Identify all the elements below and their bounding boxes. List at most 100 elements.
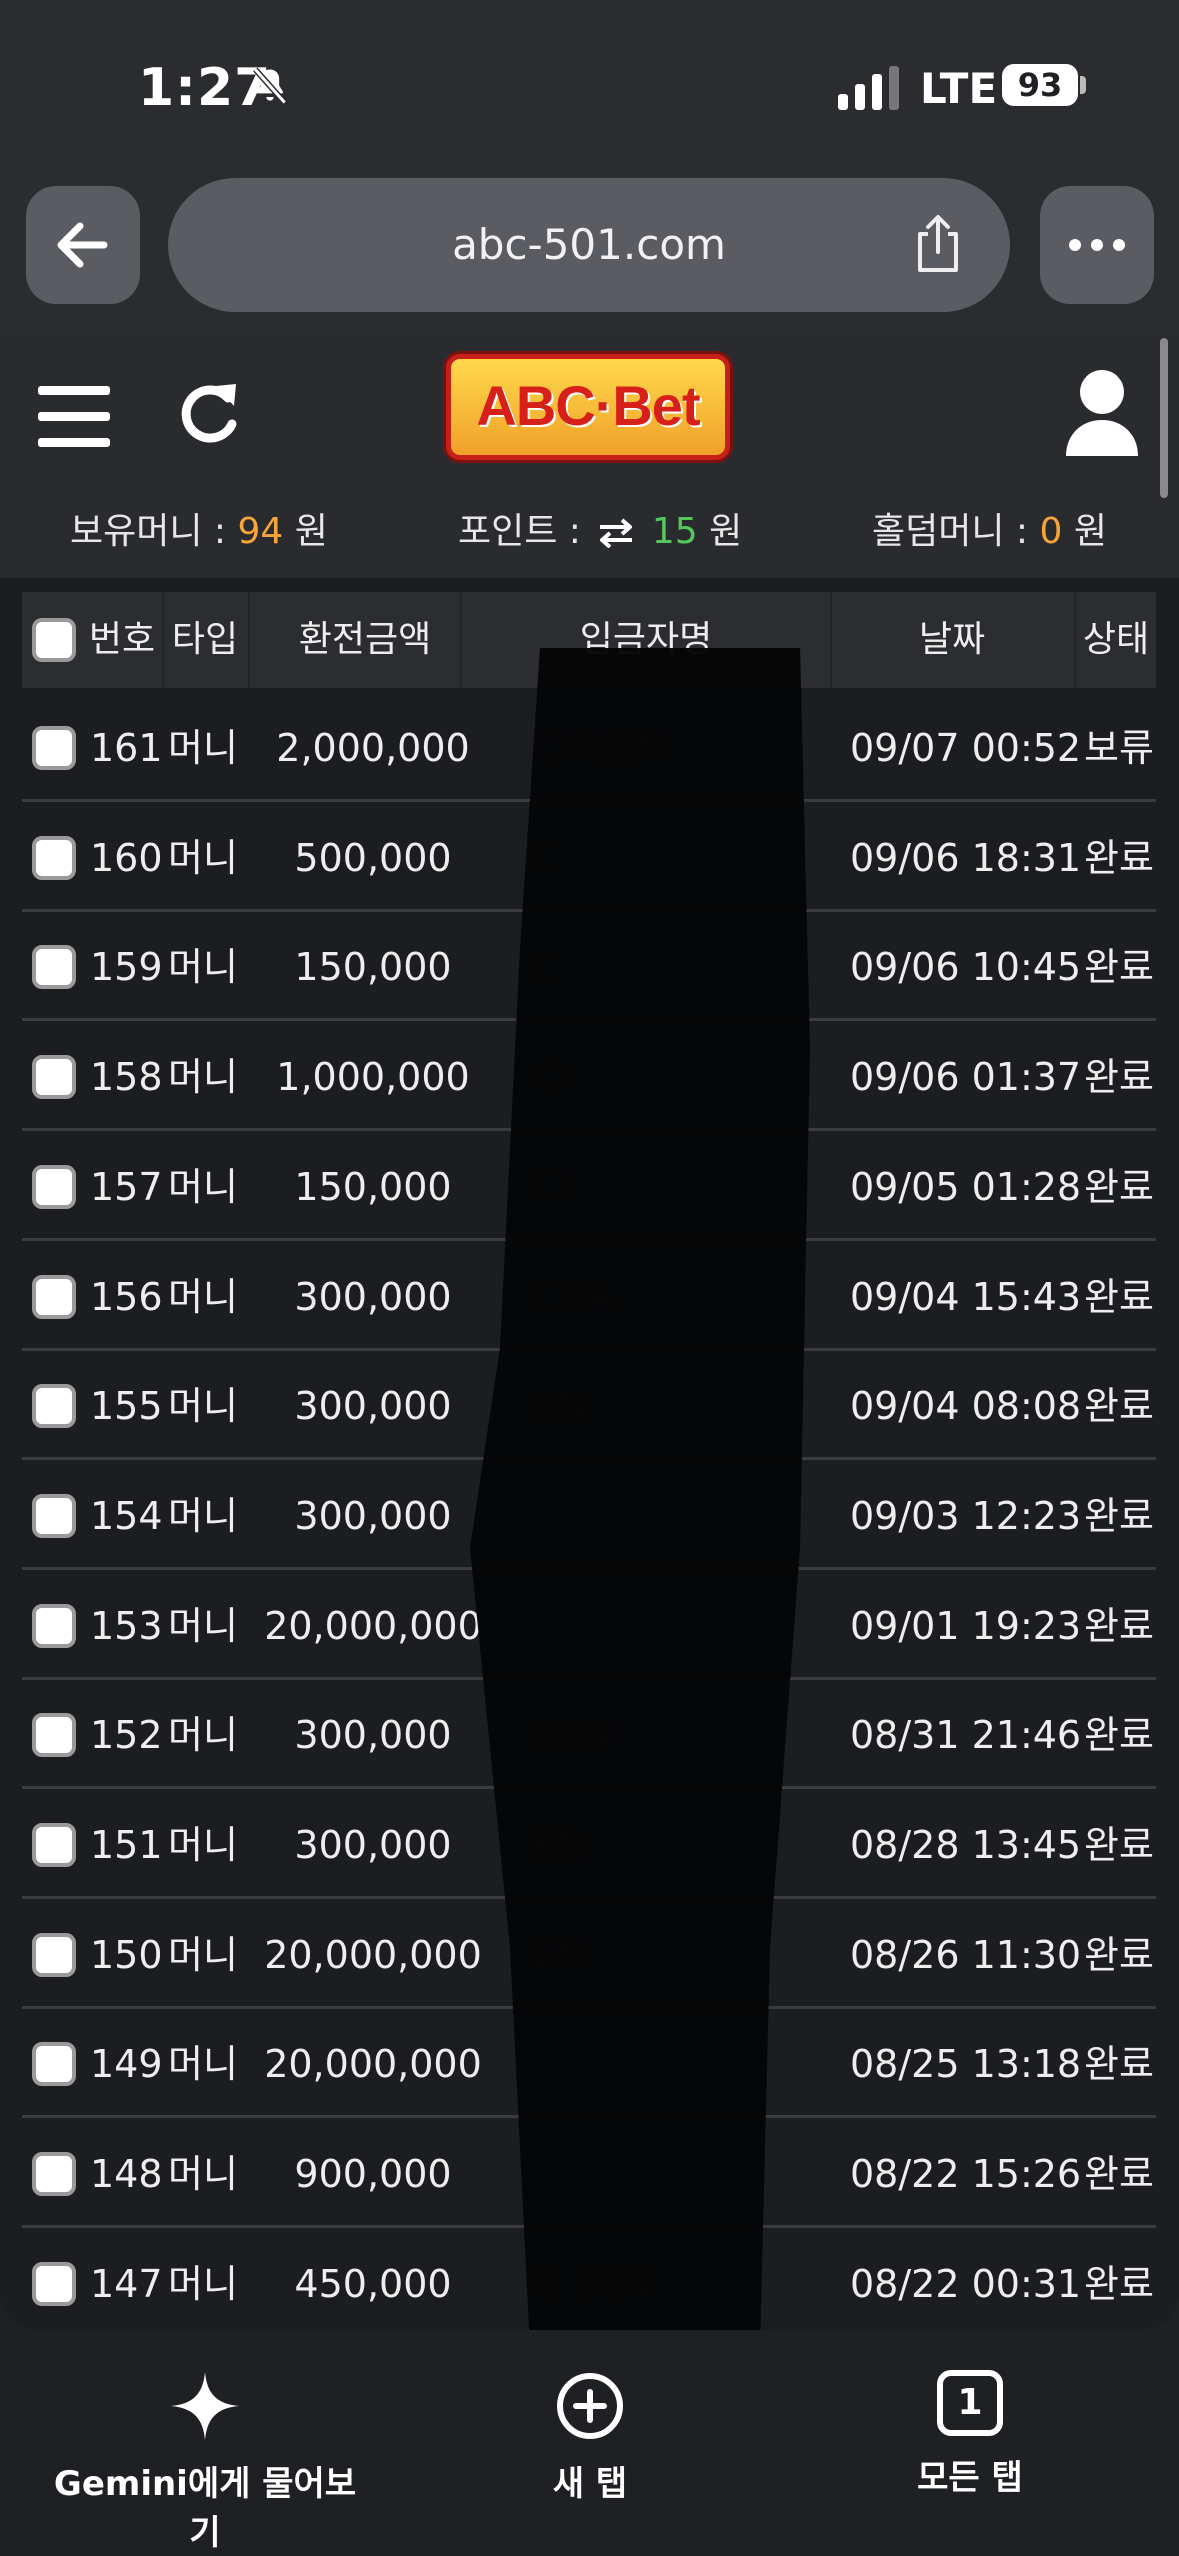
row-status: 완료 [1084, 835, 1154, 880]
row-checkbox[interactable] [32, 1823, 76, 1867]
transfer-icon[interactable] [596, 518, 636, 548]
row-number: 160 [90, 835, 163, 880]
row-status: 보류 [1084, 726, 1154, 770]
row-number: 154 [90, 1493, 163, 1538]
row-status: 완료 [1084, 2152, 1154, 2197]
row-date: 09/04 08:08 [850, 1384, 1082, 1429]
address-bar[interactable]: abc-501.com [168, 178, 1010, 312]
header-date: 날짜 [918, 619, 986, 660]
row-checkbox[interactable] [32, 1055, 76, 1100]
header-type: 타입 [171, 619, 239, 660]
row-checkbox[interactable] [32, 835, 76, 880]
all-tabs-button[interactable]: 1 모든 탭 [860, 2370, 1080, 2499]
row-date: 08/28 13:45 [850, 1823, 1082, 1867]
row-number: 159 [90, 945, 163, 990]
row-status: 완료 [1084, 1384, 1154, 1429]
row-date: 09/07 00:52 [850, 726, 1082, 770]
tab-count-icon: 1 [937, 2370, 1003, 2436]
scrollbar[interactable] [1160, 338, 1168, 498]
row-number: 157 [90, 1164, 163, 1209]
header-status: 상태 [1082, 619, 1150, 660]
balance-money-value: 94 [237, 511, 284, 552]
row-number: 147 [90, 2261, 163, 2306]
row-date: 08/22 00:31 [850, 2261, 1082, 2306]
balance-points-value: 15 [651, 511, 698, 552]
row-date: 09/04 15:43 [850, 1274, 1082, 1319]
row-checkbox[interactable] [32, 2042, 76, 2087]
row-number: 156 [90, 1274, 163, 1319]
row-date: 09/06 10:45 [850, 945, 1082, 990]
row-number: 153 [90, 1603, 163, 1648]
row-status: 완료 [1084, 1274, 1154, 1319]
row-number: 150 [90, 1932, 163, 1977]
user-account-icon[interactable] [1064, 368, 1140, 458]
row-checkbox[interactable] [32, 1164, 76, 1209]
row-status: 완료 [1084, 1603, 1154, 1648]
bell-muted-icon [253, 67, 287, 105]
row-status: 완료 [1084, 2261, 1154, 2306]
row-date: 09/06 01:37 [850, 1055, 1082, 1100]
row-date: 08/31 21:46 [850, 1713, 1082, 1758]
row-status: 완료 [1084, 945, 1154, 990]
balance-summary: 보유머니 : 94 원 포인트 : 15 원 홀덤머니 : 0 원 [0, 502, 1179, 562]
refresh-icon[interactable] [176, 380, 246, 452]
header-no: 번호 [88, 619, 156, 660]
select-all-checkbox[interactable] [32, 618, 76, 662]
row-date: 09/05 01:28 [850, 1164, 1082, 1209]
sparkle-icon [171, 2372, 239, 2440]
balance-points: 포인트 : 15 원 [458, 502, 742, 554]
back-button[interactable] [26, 186, 140, 304]
share-icon[interactable] [910, 212, 966, 276]
row-checkbox[interactable] [32, 1274, 76, 1319]
new-tab-button[interactable]: 새 탭 [480, 2370, 700, 2505]
arrow-left-icon [57, 222, 108, 268]
balance-money-label: 보유머니 : [70, 511, 227, 552]
row-checkbox[interactable] [32, 726, 76, 770]
row-date: 09/06 18:31 [850, 835, 1082, 880]
row-date: 08/25 13:18 [850, 2042, 1082, 2087]
row-number: 149 [90, 2042, 163, 2087]
balance-holdem-label: 홀덤머니 : [872, 511, 1029, 552]
battery-tip [1080, 76, 1086, 94]
all-tabs-label: 모든 탭 [917, 2458, 1023, 2498]
row-checkbox[interactable] [32, 2261, 76, 2306]
browser-toolbar: abc-501.com [0, 170, 1179, 338]
row-status: 완료 [1084, 2042, 1154, 2087]
row-status: 완료 [1084, 1164, 1154, 1209]
more-dots-icon [1069, 239, 1125, 251]
balance-holdem-value: 0 [1039, 511, 1063, 552]
battery-icon: 93 [1002, 64, 1078, 106]
row-number: 161 [90, 726, 163, 770]
url-text: abc-501.com [452, 220, 726, 269]
network-type: LTE [920, 64, 998, 113]
row-number: 152 [90, 1713, 163, 1758]
row-checkbox[interactable] [32, 1384, 76, 1429]
row-checkbox[interactable] [32, 1493, 76, 1538]
row-status: 완료 [1084, 1932, 1154, 1977]
row-number: 148 [90, 2152, 163, 2197]
ask-gemini-button[interactable]: Gemini에게 물어보기 [40, 2370, 370, 2554]
header-amount: 환전금액 [298, 619, 432, 660]
row-status: 완료 [1084, 1493, 1154, 1538]
balance-holdem: 홀덤머니 : 0 원 [872, 502, 1107, 554]
site-header: ABC·Bet 보유머니 : 94 원 포인트 : 15 원 홀덤머니 : 0 … [0, 338, 1179, 578]
row-date: 08/22 15:26 [850, 2152, 1082, 2197]
site-logo[interactable]: ABC·Bet [446, 354, 730, 460]
more-options-button[interactable] [1040, 186, 1154, 304]
balance-money: 보유머니 : 94 원 [70, 502, 328, 554]
hamburger-menu-icon[interactable] [38, 382, 110, 452]
row-checkbox[interactable] [32, 945, 76, 990]
status-bar: 1:27 LTE 93 [0, 0, 1179, 170]
row-checkbox[interactable] [32, 1932, 76, 1977]
row-checkbox[interactable] [32, 1603, 76, 1648]
ask-gemini-label: Gemini에게 물어보기 [53, 2464, 357, 2553]
row-number: 155 [90, 1384, 163, 1429]
row-date: 09/03 12:23 [850, 1493, 1082, 1538]
row-checkbox[interactable] [32, 2152, 76, 2197]
row-number: 158 [90, 1055, 163, 1100]
row-checkbox[interactable] [32, 1713, 76, 1758]
signal-icon [838, 66, 899, 110]
logo-text: ABC·Bet [476, 374, 700, 437]
row-status: 완료 [1084, 1713, 1154, 1758]
balance-points-unit: 원 [709, 511, 743, 552]
